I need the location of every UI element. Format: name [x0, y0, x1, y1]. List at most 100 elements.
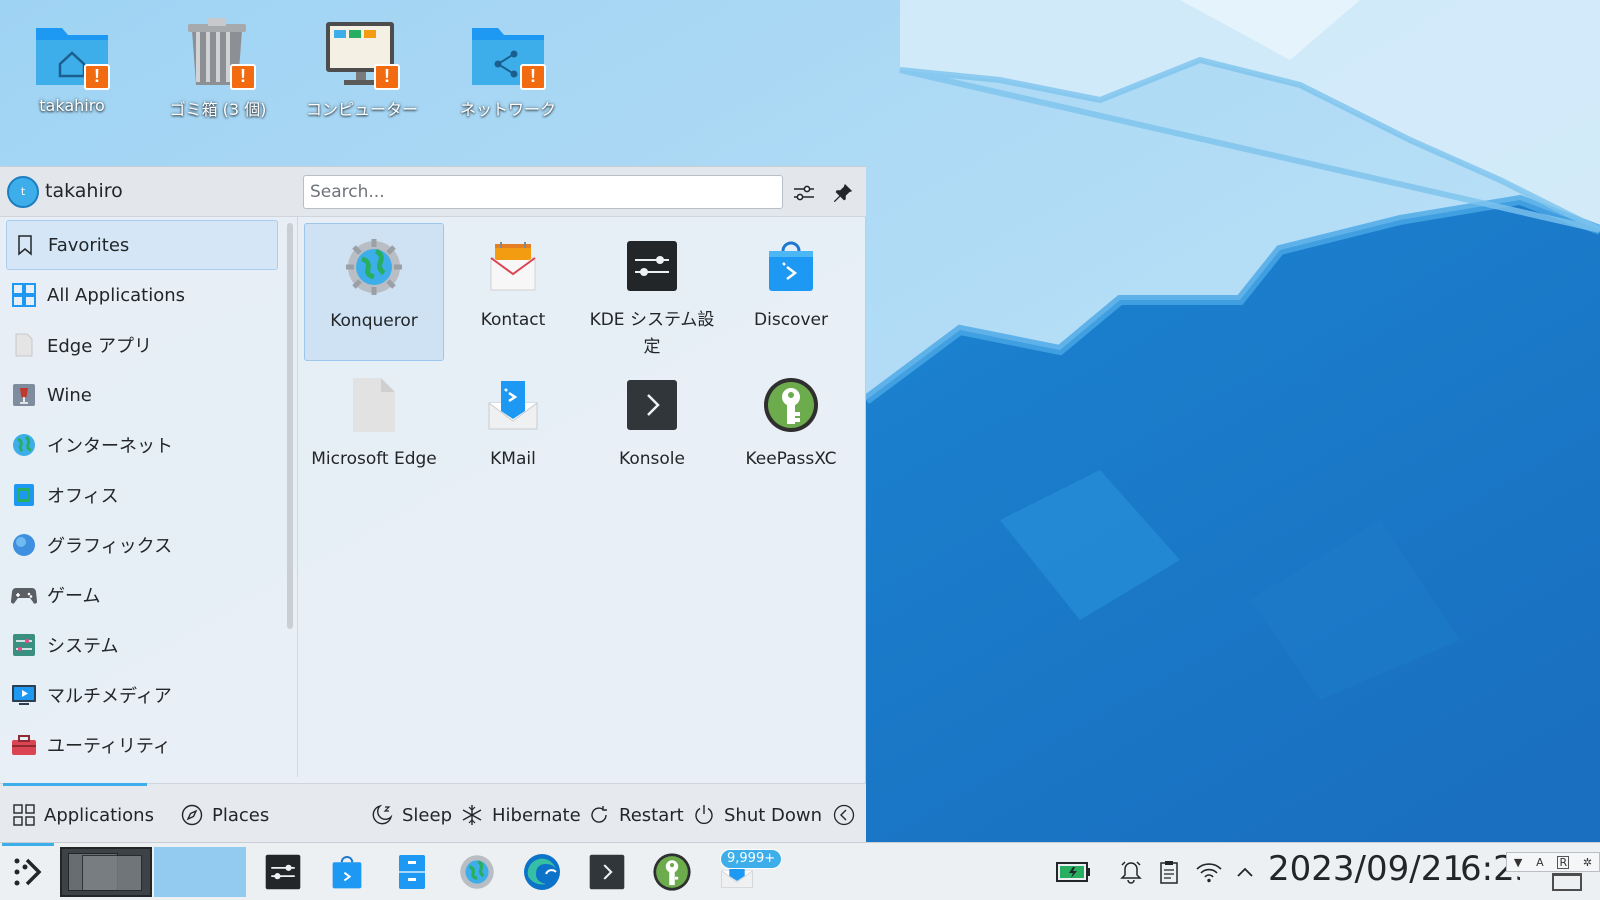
- tab-places[interactable]: Places: [180, 800, 269, 830]
- show-desktop-button[interactable]: [1552, 873, 1582, 891]
- taskbar-discover[interactable]: [325, 850, 369, 894]
- tab-label: Applications: [44, 804, 154, 826]
- category-internet[interactable]: インターネット: [6, 420, 278, 470]
- warning-badge-icon: !: [230, 64, 256, 90]
- tab-applications[interactable]: Applications: [12, 800, 154, 830]
- application-launcher: t takahiro Favorites: [0, 166, 866, 843]
- taskbar-keepassxc[interactable]: [650, 850, 694, 894]
- clipboard-button[interactable]: [1152, 855, 1186, 889]
- tools-icon[interactable]: ✲: [1583, 856, 1592, 869]
- category-edge-apps[interactable]: Edge アプリ: [6, 320, 278, 370]
- category-all-applications[interactable]: All Applications: [6, 270, 278, 320]
- category-multimedia[interactable]: マルチメディア: [6, 670, 278, 720]
- category-favorites[interactable]: Favorites: [6, 220, 278, 270]
- discover-icon: [762, 237, 820, 295]
- battery-charging-icon: [1056, 862, 1090, 882]
- edge-icon: [524, 854, 560, 890]
- application-launcher-button[interactable]: [0, 843, 56, 900]
- ime-mode-r[interactable]: R: [1557, 855, 1570, 869]
- desktop-icon-trash[interactable]: ! ゴミ箱 (3 個): [148, 14, 288, 132]
- shutdown-button[interactable]: Shut Down: [692, 800, 822, 830]
- app-discover[interactable]: Discover: [721, 223, 861, 361]
- category-label: Wine: [47, 384, 92, 406]
- taskbar-konsole[interactable]: [585, 850, 629, 894]
- warning-badge-icon: !: [84, 64, 110, 90]
- clipboard-icon: [1160, 861, 1178, 884]
- app-keepassxc[interactable]: KeePassXC: [721, 362, 861, 500]
- network-button[interactable]: [1192, 855, 1226, 889]
- grid-icon: [11, 282, 37, 308]
- konqueror-icon: [345, 238, 403, 296]
- category-label: グラフィックス: [47, 536, 173, 557]
- launcher-footer: Applications Places Sleep Hibernate Rest…: [0, 783, 866, 843]
- battery-indicator[interactable]: [1054, 855, 1094, 889]
- system-settings-icon: [265, 854, 301, 890]
- globe-icon: [11, 432, 37, 458]
- app-label: Kontact: [480, 310, 546, 330]
- keepassxc-icon: [762, 376, 820, 434]
- category-utilities[interactable]: ユーティリティ: [6, 720, 278, 770]
- konsole-icon: [623, 376, 681, 434]
- chevron-up-icon: [1237, 867, 1253, 877]
- configure-button[interactable]: [790, 179, 818, 207]
- tab-label: Places: [212, 804, 270, 826]
- wine-icon: [11, 382, 37, 408]
- category-wine[interactable]: Wine: [6, 370, 278, 420]
- kontact-icon: [484, 237, 542, 295]
- taskbar-konqueror[interactable]: [455, 850, 499, 894]
- category-system[interactable]: システム: [6, 620, 278, 670]
- app-kmail[interactable]: KMail: [443, 362, 583, 500]
- konqueror-icon: [460, 855, 494, 889]
- app-label: KeePassXC: [745, 449, 837, 469]
- desktop-icon-computer[interactable]: ! コンピューター: [292, 14, 432, 132]
- hibernate-button[interactable]: Hibernate: [460, 800, 581, 830]
- clock-date[interactable]: 2023/09/21: [1268, 849, 1464, 889]
- category-sidebar: Favorites All Applications Edge アプリ Wine: [0, 218, 284, 778]
- grid-icon: [12, 803, 36, 827]
- sidebar-divider: [297, 217, 298, 777]
- search-input[interactable]: [303, 175, 783, 209]
- app-konsole[interactable]: Konsole: [582, 362, 722, 500]
- leave-menu-button[interactable]: [832, 800, 864, 830]
- app-label: KMail: [490, 449, 536, 469]
- dolphin-icon: [399, 855, 425, 889]
- app-microsoft-edge[interactable]: Microsoft Edge: [304, 362, 444, 500]
- sidebar-scrollbar[interactable]: [287, 223, 293, 629]
- button-label: Hibernate: [492, 804, 581, 826]
- desktop-icon-label: takahiro: [39, 96, 105, 115]
- chevron-left-icon: [832, 803, 856, 827]
- taskbar: 9,999+ 2023/09/21 6:2: [0, 842, 1600, 900]
- launcher-header: t takahiro: [0, 167, 866, 217]
- discover-icon: [332, 856, 362, 889]
- taskbar-system-settings[interactable]: [261, 850, 305, 894]
- pin-button[interactable]: [829, 179, 857, 207]
- show-hidden-icons-button[interactable]: [1228, 855, 1262, 889]
- sleep-button[interactable]: Sleep: [370, 800, 452, 830]
- category-games[interactable]: ゲーム: [6, 570, 278, 620]
- dropdown-arrow-icon[interactable]: ▼: [1514, 856, 1522, 869]
- taskbar-microsoft-edge[interactable]: [520, 850, 564, 894]
- button-label: Restart: [619, 804, 684, 826]
- taskbar-file-manager[interactable]: [390, 850, 434, 894]
- restart-button[interactable]: Restart: [587, 800, 684, 830]
- app-kontact[interactable]: Kontact: [443, 223, 583, 361]
- blank-file-icon: [11, 332, 37, 358]
- category-office[interactable]: オフィス: [6, 470, 278, 520]
- virtual-desktop-2[interactable]: [154, 847, 246, 897]
- pin-icon: [833, 183, 853, 203]
- notifications-button[interactable]: [1114, 855, 1148, 889]
- virtual-desktop-1[interactable]: [60, 847, 152, 897]
- app-konqueror[interactable]: Konqueror: [304, 223, 444, 361]
- category-label: オフィス: [47, 486, 119, 507]
- graphics-icon: [11, 532, 37, 558]
- virtual-desktop-pager: [60, 847, 246, 897]
- category-label: ユーティリティ: [47, 736, 171, 757]
- ime-mode-a[interactable]: A: [1536, 856, 1544, 869]
- app-system-settings[interactable]: KDE システム設定: [582, 223, 722, 361]
- button-label: Shut Down: [724, 804, 823, 826]
- category-graphics[interactable]: グラフィックス: [6, 520, 278, 570]
- desktop-icon-home[interactable]: ! takahiro: [2, 14, 142, 132]
- input-method-toolbar[interactable]: ▼ A R ✲: [1506, 852, 1600, 872]
- desktop-icon-network[interactable]: ! ネットワーク: [438, 14, 578, 132]
- user-avatar[interactable]: t: [7, 176, 39, 208]
